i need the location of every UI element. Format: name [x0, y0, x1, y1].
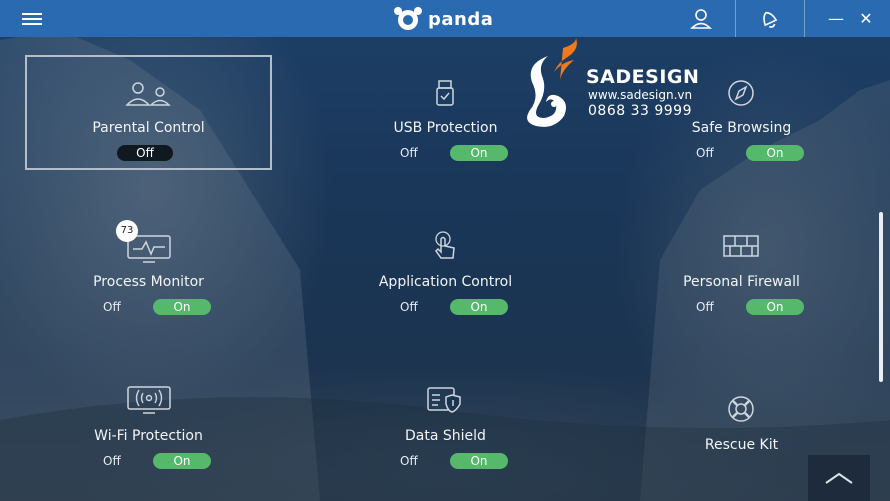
close-icon[interactable]: ✕ [856, 8, 876, 28]
watermark-phone: 0868 33 9999 [588, 103, 692, 119]
tile-personal-firewall[interactable]: Personal Firewall Off On [618, 210, 865, 325]
tile-title: Rescue Kit [704, 437, 779, 453]
minimize-icon[interactable]: — [826, 8, 846, 28]
separator [804, 0, 805, 37]
off-label: Off [400, 300, 418, 314]
tile-process-monitor[interactable]: 73 Process Monitor Off On [25, 210, 272, 325]
watermark-brand: SADESIGN [586, 66, 700, 88]
tile-title: Data Shield [405, 428, 486, 444]
usb-toggle[interactable]: Off On [400, 145, 508, 161]
usb-icon [436, 80, 454, 106]
tile-title: Personal Firewall [683, 274, 800, 290]
on-pill[interactable]: On [450, 299, 508, 315]
logo-text: panda [428, 8, 494, 30]
off-label: Off [400, 146, 418, 160]
off-label: Off [400, 454, 418, 468]
tile-title: Process Monitor [93, 274, 204, 290]
sadesign-watermark: SADESIGN www.sadesign.vn 0868 33 9999 [518, 38, 708, 133]
on-pill[interactable]: On [746, 145, 804, 161]
lifebuoy-icon [728, 396, 754, 422]
watermark-url: www.sadesign.vn [588, 88, 693, 102]
process-monitor-toggle[interactable]: Off On [103, 299, 211, 315]
off-label: Off [696, 146, 714, 160]
data-shield-toggle[interactable]: Off On [400, 453, 508, 469]
notification-badge: 73 [116, 220, 138, 242]
chevron-up-icon [825, 472, 853, 484]
on-pill[interactable]: On [450, 145, 508, 161]
tile-title: Wi-Fi Protection [94, 428, 203, 444]
bell-icon[interactable] [754, 0, 784, 37]
personal-firewall-toggle[interactable]: Off On [696, 299, 804, 315]
safe-browsing-toggle[interactable]: Off On [696, 145, 804, 161]
on-pill[interactable]: On [450, 453, 508, 469]
wifi-monitor-icon [127, 386, 171, 414]
data-shield-icon [427, 387, 461, 413]
off-label: Off [103, 300, 121, 314]
hand-touch-icon [435, 231, 455, 259]
parental-icon [125, 82, 171, 106]
scrollbar[interactable] [879, 212, 883, 382]
user-icon[interactable] [686, 0, 716, 37]
scroll-to-top-button[interactable] [808, 455, 870, 501]
firewall-icon [723, 235, 759, 257]
on-pill[interactable]: On [746, 299, 804, 315]
tile-title: Application Control [378, 274, 513, 290]
compass-icon [728, 80, 754, 106]
parental-state-toggle[interactable]: Off [117, 145, 173, 161]
panda-logo: panda [392, 6, 493, 32]
tile-title: Parental Control [92, 120, 205, 136]
panda-logo-icon [394, 7, 422, 30]
tile-parental-control[interactable]: Parental Control Off [25, 55, 272, 170]
separator [735, 0, 736, 37]
tile-application-control[interactable]: Application Control Off On [322, 210, 569, 325]
on-pill[interactable]: On [153, 299, 211, 315]
title-bar: panda — ✕ [0, 0, 890, 37]
tile-wifi-protection[interactable]: Wi-Fi Protection Off On [25, 365, 272, 480]
wifi-protection-toggle[interactable]: Off On [103, 453, 211, 469]
hamburger-icon[interactable] [22, 10, 46, 28]
application-control-toggle[interactable]: Off On [400, 299, 508, 315]
off-label: Off [696, 300, 714, 314]
sadesign-logo-icon [527, 38, 577, 127]
off-label: Off [103, 454, 121, 468]
on-pill[interactable]: On [153, 453, 211, 469]
tile-data-shield[interactable]: Data Shield Off On [322, 365, 569, 480]
